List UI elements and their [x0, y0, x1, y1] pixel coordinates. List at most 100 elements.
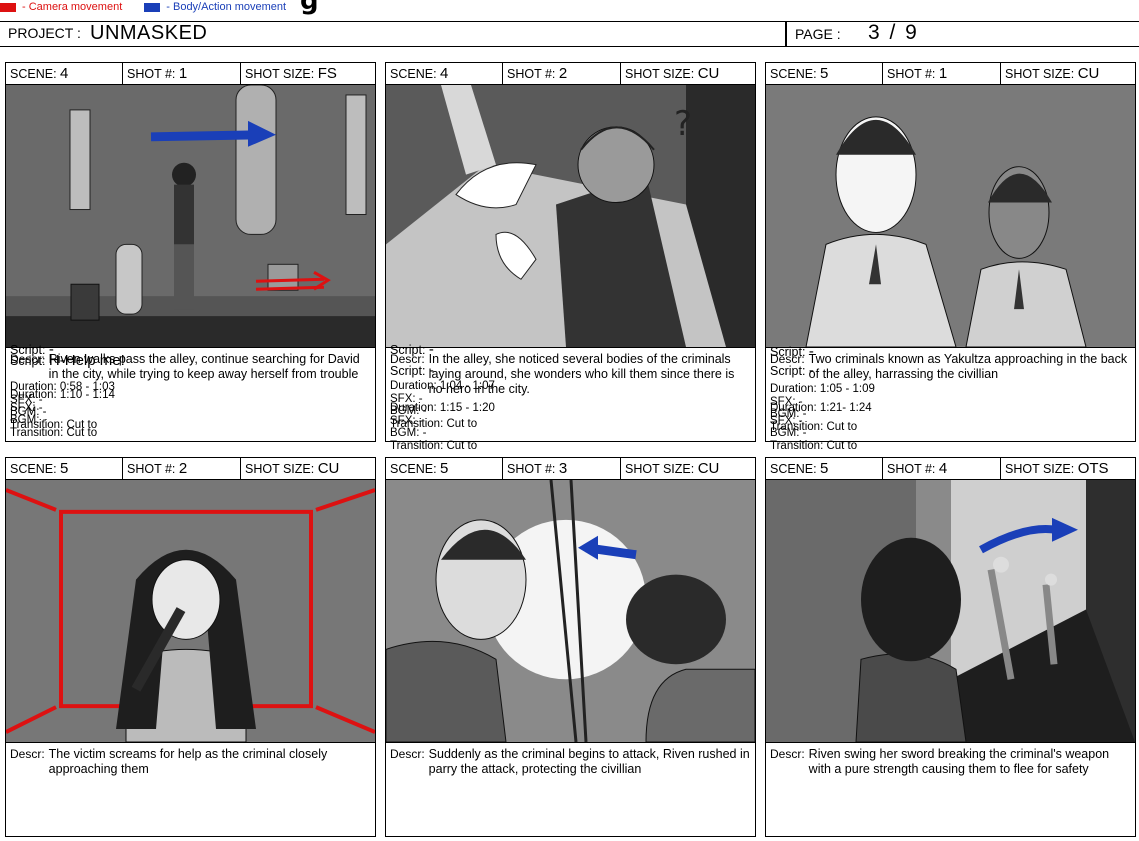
shot-size-label: SHOT SIZE: — [625, 67, 695, 81]
shot-size-value: CU — [1077, 65, 1100, 82]
bgm-label: BGM: — [10, 414, 40, 426]
script-label: Script: — [10, 354, 46, 368]
duration-line: Duration: 1:05 - 1:09 — [770, 383, 875, 396]
shot-cell: SHOT #: 2 — [122, 458, 245, 480]
storyboard-panel-6: SCENE: 5 SHOT #: 4 SHOT SIZE: OTS Descr:… — [765, 363, 1136, 837]
storyboard-panel-2: SCENE: 4 SHOT #: 2 SHOT SIZE: CU ? Descr… — [385, 62, 756, 442]
scene-cell: SCENE: 4 — [386, 63, 506, 85]
transition-label: Transition: — [10, 426, 64, 439]
shot-value: 2 — [178, 460, 188, 477]
shot-value: 1 — [938, 65, 948, 82]
scene-value: 5 — [820, 460, 829, 477]
scene-label: SCENE: — [10, 462, 57, 476]
shot-cell: SHOT #: 4 — [882, 458, 1005, 480]
panel-meta-row: SCENE: 5 SHOT #: 2 SHOT SIZE: CU — [6, 458, 375, 480]
duration-line: Duration: 1:15 - 1:20 — [390, 402, 495, 415]
bgm-line: BGM: - — [770, 427, 806, 440]
transition-value: Cut to — [446, 417, 478, 430]
transition-line: Transition: Cut to — [10, 427, 97, 440]
shot-size-value: CU — [697, 460, 720, 477]
shot-label: SHOT #: — [127, 462, 176, 476]
scene-value: 5 — [60, 460, 69, 477]
script-label: Script: — [390, 364, 426, 378]
sfx-line: SFX: - — [10, 402, 43, 415]
panel-meta-row: SCENE: 4 SHOT #: 2 SHOT SIZE: CU — [386, 63, 755, 85]
script-value: H-Help me! — [48, 352, 125, 369]
legend: - Camera movement - Body/Action movement — [0, 0, 293, 14]
description-text: The victim screams for help as the crimi… — [48, 747, 328, 776]
description: Descr: The victim screams for help as th… — [10, 747, 370, 777]
description: Descr: Two criminals known as Yakultza a… — [770, 352, 1130, 382]
scene-label: SCENE: — [10, 67, 57, 81]
script-value: - — [808, 343, 814, 360]
storyboard-panel-3: SCENE: 5 SHOT #: 1 SHOT SIZE: CU Descr: … — [765, 62, 1136, 442]
duration-line: Duration: 1:21- 1:24 — [770, 402, 872, 415]
transition-value: Cut to — [826, 420, 858, 433]
transition-label: Transition: — [770, 439, 824, 452]
page-label: PAGE : — [795, 26, 841, 42]
storyboard-panel-4: SCENE: 5 SHOT #: 2 SHOT SIZE: CU Descr: … — [5, 353, 376, 837]
bgm-value: - — [42, 414, 47, 426]
description-text: Two criminals known as Yakultza approach… — [808, 352, 1128, 381]
duration-label: Duration: — [10, 389, 57, 401]
shot-label: SHOT #: — [507, 462, 556, 476]
scene-cell: SCENE: 5 — [6, 458, 126, 480]
bgm-label: BGM: — [770, 427, 800, 439]
shot-size-value: CU — [317, 460, 340, 477]
panel-illustration — [386, 480, 755, 743]
sfx-value: - — [38, 401, 43, 414]
transition-value: Cut to — [826, 439, 858, 452]
transition-line: Transition: Cut to — [770, 440, 857, 453]
transition-value: Cut to — [66, 426, 98, 439]
body-movement-swatch — [144, 2, 161, 12]
scene-cell: SCENE: 4 — [6, 63, 126, 85]
shot-value: 1 — [178, 65, 188, 82]
shot-size-value: CU — [697, 65, 720, 82]
script-line: Script: - — [770, 363, 814, 379]
header-divider — [785, 21, 787, 47]
panel-meta-row: SCENE: 5 SHOT #: 3 SHOT SIZE: CU — [386, 458, 755, 480]
clipped-title: g — [300, 0, 319, 16]
shot-label: SHOT #: — [887, 462, 936, 476]
scene-cell: SCENE: 5 — [766, 63, 886, 85]
bgm-label: BGM: — [390, 427, 420, 439]
panel-meta-row: SCENE: 4 SHOT #: 1 SHOT SIZE: FS — [6, 63, 375, 85]
shot-label: SHOT #: — [887, 67, 936, 81]
scene-value: 4 — [60, 65, 69, 82]
panel-meta-row: SCENE: 5 SHOT #: 1 SHOT SIZE: CU — [766, 63, 1135, 85]
script-label: Script: — [770, 364, 806, 378]
shot-size-cell: SHOT SIZE: CU — [620, 458, 755, 480]
panel-illustration — [766, 480, 1135, 743]
script-label: Script: — [770, 345, 806, 359]
duration-value: 1:15 - 1:20 — [439, 402, 495, 414]
shot-size-cell: SHOT SIZE: CU — [1000, 63, 1135, 85]
bgm-line: BGM: - — [390, 427, 426, 440]
sfx-label: SFX: — [390, 414, 416, 427]
duration-value: 1:04 - 1:07 — [439, 380, 495, 392]
shot-size-label: SHOT SIZE: — [245, 67, 315, 81]
script-value: - — [808, 362, 814, 379]
transition-value: Cut to — [446, 439, 478, 452]
script-value: - — [428, 362, 434, 379]
sfx-value: - — [418, 414, 423, 427]
shot-label: SHOT #: — [507, 67, 556, 81]
sfx-line: SFX: - — [390, 415, 423, 428]
shot-size-cell: SHOT SIZE: CU — [240, 458, 375, 480]
shot-cell: SHOT #: 1 — [122, 63, 245, 85]
project-name: UNMASKED — [90, 22, 208, 44]
duration-line: Duration: 1:04 - 1:07 — [390, 380, 495, 393]
shot-size-label: SHOT SIZE: — [1005, 67, 1075, 81]
script-line: Script: H-Help me! — [10, 353, 125, 369]
script-line: Script: - — [770, 344, 814, 360]
transition-line: Transition: Cut to — [390, 440, 477, 453]
duration-label: Duration: — [390, 380, 437, 392]
camera-movement-swatch — [0, 2, 16, 12]
description-text: Suddenly as the criminal begins to attac… — [428, 747, 750, 776]
duration-line: Duration: 1:10 - 1:14 — [10, 389, 115, 402]
shot-size-value: FS — [317, 65, 337, 82]
scene-label: SCENE: — [390, 67, 437, 81]
description: Descr: Riven swing her sword breaking th… — [770, 747, 1130, 777]
scene-label: SCENE: — [770, 67, 817, 81]
sfx-label: SFX: — [10, 401, 36, 414]
shot-size-cell: SHOT SIZE: CU — [620, 63, 755, 85]
